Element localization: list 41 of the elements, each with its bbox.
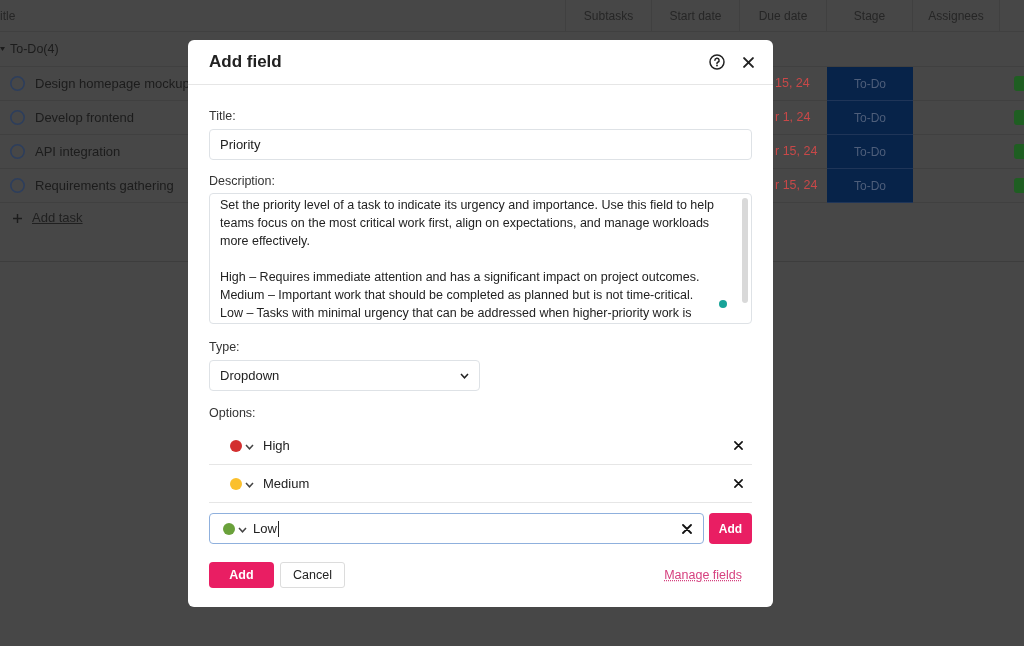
- task-checkbox[interactable]: [10, 178, 25, 193]
- help-icon[interactable]: [709, 54, 725, 70]
- option-label: Medium: [263, 474, 310, 493]
- close-icon[interactable]: [743, 56, 754, 68]
- field-label: Type:: [209, 339, 241, 355]
- task-checkbox[interactable]: [10, 144, 25, 159]
- chevron-down-icon[interactable]: [460, 372, 469, 379]
- field-label: Options:: [209, 405, 257, 421]
- description-field[interactable]: Set the priority level of a task to indicate its urgency and importance. Use this field to help teams focus on the most critical work first, align on expectations, and manage workloads more effectively. High – Requires immediate attention and has a significant impact on project outcomes. Medium – Important work that should be completed as planned but is not time-critical. Low – Tasks with minimal urgency that can be addressed when higher-priority work is: [209, 193, 752, 324]
- field-label: Title:: [209, 108, 237, 124]
- title-field[interactable]: Priority: [209, 129, 752, 160]
- cross-icon[interactable]: [682, 523, 692, 534]
- due-date: r 15, 24: [775, 177, 818, 195]
- task-checkbox[interactable]: [10, 110, 25, 125]
- chevron-down-icon[interactable]: [245, 482, 254, 488]
- scrollbar-thumb[interactable]: [742, 198, 748, 303]
- add-option-button[interactable]: Add: [709, 513, 752, 544]
- type-select[interactable]: Dropdown: [209, 360, 480, 391]
- due-date: 15, 24: [775, 75, 810, 93]
- field-label: Description:: [209, 173, 276, 189]
- due-date: r 1, 24: [775, 109, 811, 127]
- add-button[interactable]: Add: [209, 562, 274, 588]
- manage-fields-link[interactable]: Manage fields: [664, 565, 742, 585]
- chevron-down-icon[interactable]: [245, 444, 254, 450]
- cross-icon[interactable]: [734, 441, 743, 450]
- chevron-down-icon[interactable]: [238, 527, 247, 533]
- color-dot[interactable]: [223, 522, 235, 535]
- cancel-button[interactable]: Cancel: [280, 562, 345, 588]
- stage-cell[interactable]: To-Do: [827, 101, 913, 135]
- color-dot[interactable]: [230, 439, 242, 452]
- stage-cell[interactable]: To-Do: [827, 67, 913, 101]
- option-input[interactable]: Low: [209, 513, 704, 544]
- due-date: r 15, 24: [775, 143, 818, 161]
- color-dot[interactable]: [230, 477, 242, 490]
- dialog-title: Add field: [209, 51, 282, 74]
- stage-cell[interactable]: To-Do: [827, 135, 913, 169]
- stage-cell[interactable]: To-Do: [827, 169, 913, 203]
- cross-icon[interactable]: [734, 479, 743, 488]
- dot-icon: [719, 300, 727, 308]
- task-checkbox[interactable]: [10, 76, 25, 91]
- option-label: High: [263, 436, 290, 455]
